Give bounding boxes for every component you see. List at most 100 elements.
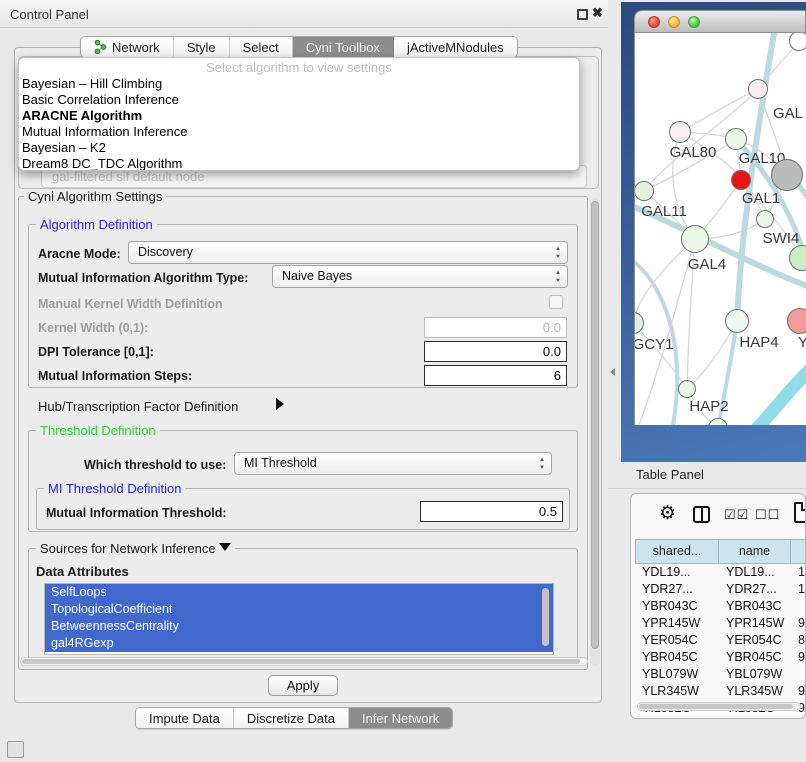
algorithm-option[interactable]: ARACNE Algorithm — [19, 108, 579, 124]
table-horizontal-scrollbar[interactable] — [637, 702, 801, 711]
close-panel-icon[interactable]: ✖ — [592, 5, 603, 21]
tab-infer-network[interactable]: Infer Network — [349, 708, 452, 728]
algorithm-option[interactable]: Basic Correlation Inference — [19, 92, 579, 108]
network-node-y[interactable] — [787, 308, 806, 334]
table-cell: YDR27... — [635, 581, 719, 598]
table-column-header[interactable]: shared... — [635, 539, 719, 564]
control-panel: Control Panel ✖ NetworkStyleSelectCyni T… — [0, 0, 608, 762]
apply-button[interactable]: Apply — [268, 675, 338, 696]
network-desktop: GALGAL80GAL10GAL1GAL11SWI4GAL4GCY1HAP4YH… — [621, 2, 806, 462]
table-cell: YDL19... — [635, 564, 719, 581]
attributes-scrollbar[interactable] — [542, 588, 549, 646]
data-attribute-item[interactable]: TopologicalCoefficient — [45, 601, 553, 618]
node-attribute-table[interactable]: shared...nameA YDL19...YDL19...13YDR27..… — [635, 539, 806, 701]
tab-select[interactable]: Select — [230, 37, 293, 57]
settings-horizontal-scrollbar[interactable] — [20, 657, 588, 666]
data-attributes-label: Data Attributes — [36, 564, 129, 579]
network-node-label: HAP2 — [689, 398, 728, 415]
network-node-hap4[interactable] — [725, 309, 749, 333]
table-row[interactable]: YER054CYER054C8. — [635, 632, 806, 649]
select-all-checkboxes-icon[interactable]: ☑☑ — [724, 507, 749, 523]
mi-algorithm-type-combo[interactable]: Naive Bayes — [272, 265, 568, 288]
algorithm-dropdown-list: Select algorithm to view settings Bayesi… — [18, 57, 580, 171]
table-cell: 12 — [791, 581, 806, 598]
control-panel-titlebar: Control Panel ✖ — [0, 0, 608, 28]
tab-discretize-data[interactable]: Discretize Data — [234, 708, 349, 728]
table-cell: YBR045C — [635, 649, 719, 666]
hub-definition-label: Hub/Transcription Factor Definition — [38, 399, 238, 414]
mi-threshold-field[interactable]: 0.5 — [420, 501, 563, 522]
manual-kernel-width-checkbox[interactable] — [549, 295, 563, 309]
deselect-all-checkboxes-icon[interactable]: ☐☐ — [755, 507, 780, 523]
data-attribute-item[interactable]: SelfLoops — [45, 584, 553, 601]
table-cell: YER054C — [719, 632, 791, 649]
network-canvas[interactable]: GALGAL80GAL10GAL1GAL11SWI4GAL4GCY1HAP4YH… — [634, 33, 806, 425]
algorithm-definition-title: Algorithm Definition — [36, 217, 157, 232]
mi-threshold-label: Mutual Information Threshold: — [46, 506, 227, 520]
network-node-label: SWI4 — [763, 230, 800, 247]
table-cell: YBR043C — [719, 598, 791, 615]
tab-jactivemnodules[interactable]: jActiveMNodules — [394, 37, 517, 57]
panel-corner-button[interactable] — [7, 741, 24, 758]
tab-cyni-toolbox[interactable]: Cyni Toolbox — [293, 37, 394, 57]
network-node-swi4[interactable] — [756, 210, 774, 228]
table-column-header[interactable]: A — [791, 539, 806, 564]
table-row[interactable]: YBL079WYBL079W — [635, 666, 806, 683]
control-panel-tabbar: NetworkStyleSelectCyni ToolboxjActiveMNo… — [80, 36, 518, 58]
table-row[interactable]: YLR345WYLR345W9. — [635, 683, 806, 700]
minimize-window-icon[interactable] — [668, 16, 680, 28]
table-row[interactable]: YDR27...YDR27...12 — [635, 581, 806, 598]
splitter-grip-icon[interactable] — [610, 368, 615, 376]
table-cell: 9. — [791, 683, 806, 700]
algorithm-option[interactable]: Dream8 DC_TDC Algorithm — [19, 156, 579, 171]
tab-network[interactable]: Network — [81, 37, 174, 57]
algorithm-option[interactable]: Mutual Information Inference — [19, 124, 579, 140]
aracne-mode-label: Aracne Mode: — [38, 247, 121, 261]
network-window-titlebar[interactable] — [634, 10, 806, 33]
zoom-window-icon[interactable] — [688, 16, 700, 28]
network-view-window: GALGAL80GAL10GAL1GAL11SWI4GAL4GCY1HAP4YH… — [634, 10, 806, 425]
data-attribute-item[interactable]: gal4RGexp — [45, 635, 553, 652]
network-node-gal1[interactable] — [731, 170, 751, 190]
network-node-hap2[interactable] — [678, 380, 696, 398]
dpi-tolerance-label: DPI Tolerance [0,1]: — [38, 345, 154, 359]
float-panel-icon[interactable] — [577, 9, 588, 20]
network-node-gal4[interactable] — [681, 225, 709, 253]
table-row[interactable]: YDL19...YDL19...13 — [635, 564, 806, 581]
mi-algorithm-type-label: Mutual Information Algorithm Type: — [38, 271, 248, 285]
network-node-gal11[interactable] — [634, 181, 654, 201]
algorithm-option[interactable]: Bayesian – Hill Climbing — [19, 76, 579, 92]
algorithm-option[interactable]: Bayesian – K2 — [19, 140, 579, 156]
network-node-label: GAL80 — [670, 144, 717, 161]
table-cell — [791, 598, 806, 615]
tab-style[interactable]: Style — [174, 37, 230, 57]
network-node-gal80[interactable] — [669, 121, 691, 143]
network-node-label: GAL — [773, 105, 803, 122]
hub-expand-icon[interactable] — [276, 398, 284, 410]
network-node[interactable] — [771, 159, 803, 191]
data-attributes-list[interactable]: SelfLoopsTopologicalCoefficientBetweenne… — [44, 583, 554, 655]
table-row[interactable]: YBR045CYBR045C9. — [635, 649, 806, 666]
network-node-gal10[interactable] — [725, 128, 747, 150]
table-row[interactable]: YPR145WYPR145W9. — [635, 615, 806, 632]
close-window-icon[interactable] — [648, 16, 660, 28]
network-node-gal[interactable] — [748, 79, 768, 99]
settings-group-title: Cyni Algorithm Settings — [24, 189, 166, 204]
aracne-mode-combo[interactable]: Discovery — [128, 241, 568, 264]
export-table-file-icon[interactable] — [794, 502, 806, 523]
tab-impute-data[interactable]: Impute Data — [136, 708, 234, 728]
settings-vertical-scrollbar[interactable] — [590, 198, 600, 666]
column-selector-icon[interactable] — [693, 506, 710, 523]
algorithm-placeholder: Select algorithm to view settings — [19, 60, 579, 76]
table-settings-gear-icon[interactable]: ⚙ — [659, 502, 676, 525]
table-column-header[interactable]: name — [719, 539, 791, 564]
table-row[interactable]: YBR043CYBR043C — [635, 598, 806, 615]
which-threshold-combo[interactable]: MI Threshold — [234, 452, 552, 475]
dpi-tolerance-field[interactable]: 0.0 — [424, 341, 567, 362]
data-attribute-item[interactable]: BetweennessCentrality — [45, 618, 553, 635]
network-node[interactable] — [789, 33, 806, 51]
mi-steps-field[interactable]: 6 — [424, 365, 567, 386]
kernel-width-field[interactable]: 0.0 — [424, 317, 567, 338]
sources-collapse-icon[interactable] — [219, 543, 231, 551]
table-cell: YER054C — [635, 632, 719, 649]
